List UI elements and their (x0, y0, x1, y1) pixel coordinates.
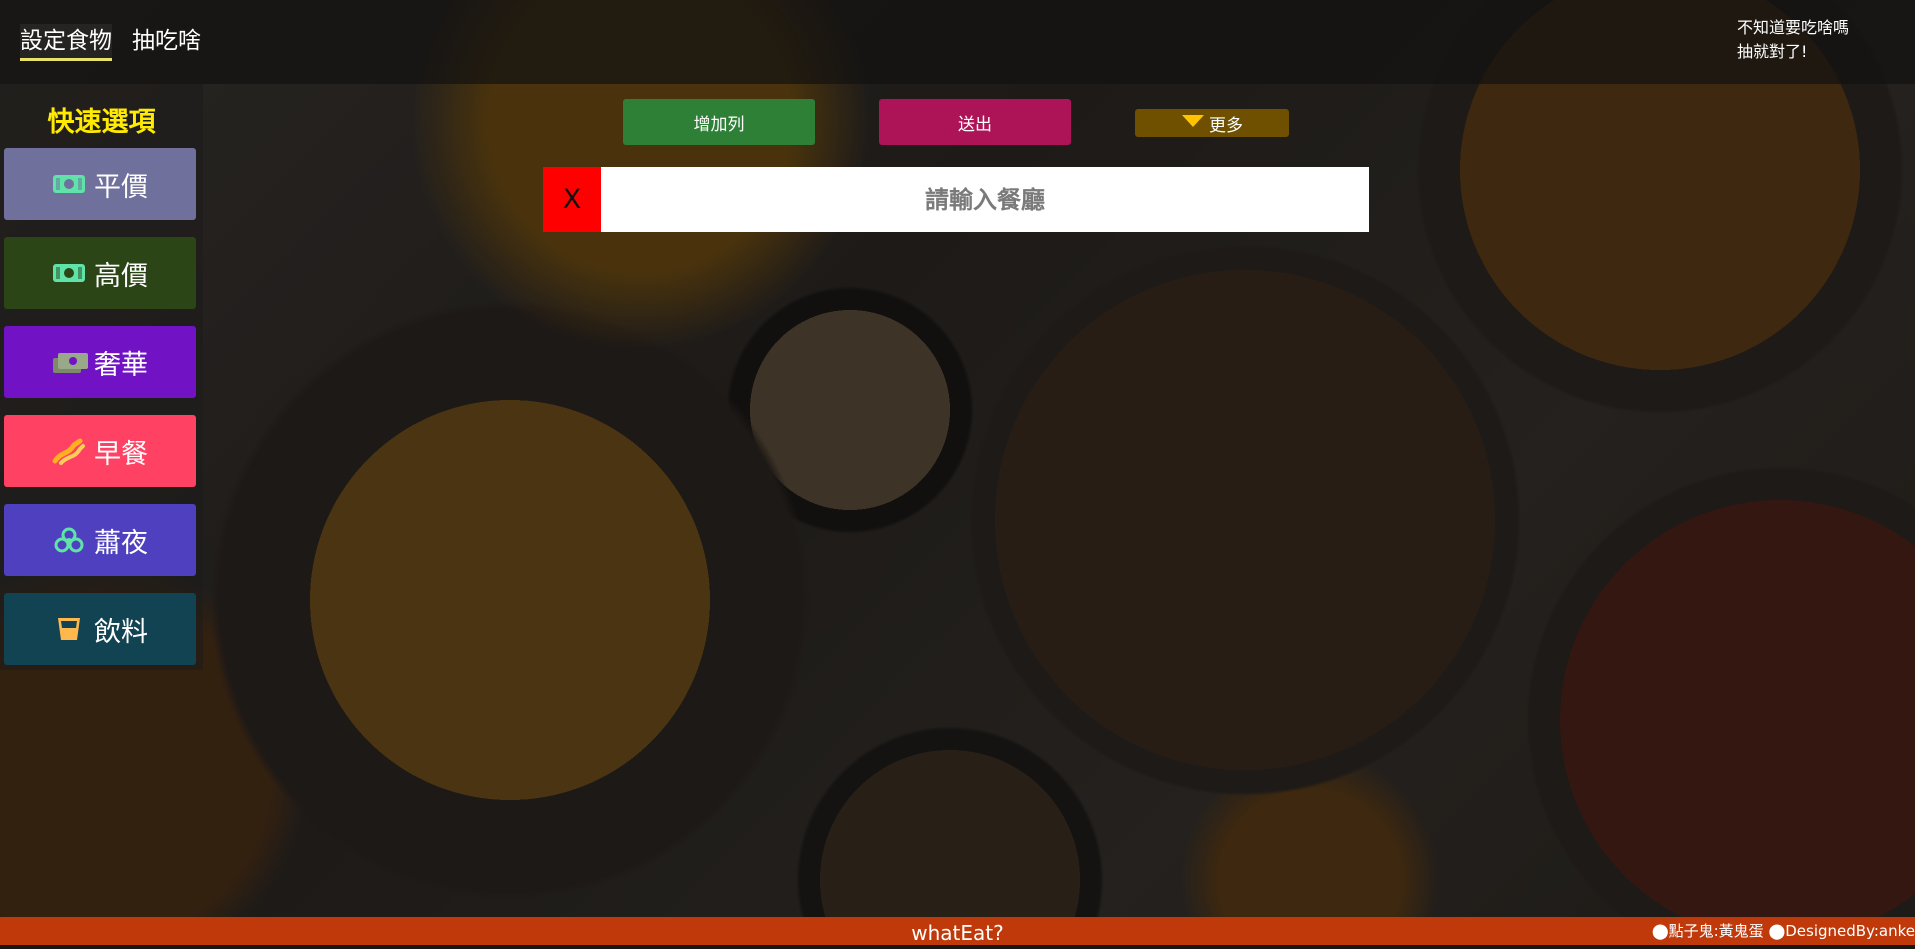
slogan-line-2: 抽就對了! (1737, 42, 1808, 61)
quick-option-label: 平價 (94, 171, 148, 203)
quick-option-expensive[interactable]: 高價 (4, 237, 196, 309)
money-bill-icon (52, 170, 86, 198)
caret-down-icon (1181, 113, 1205, 133)
submit-button[interactable]: 送出 (879, 99, 1071, 145)
quick-option-cheap[interactable]: 平價 (4, 148, 196, 220)
top-nav-bar: 設定食物 抽吃啥 不知道要吃啥嗎 抽就對了! (0, 0, 1915, 84)
slogan: 不知道要吃啥嗎 抽就對了! (1737, 16, 1867, 64)
more-button-label: 更多 (1209, 115, 1243, 136)
bacon-icon (52, 437, 86, 465)
tab-draw-food[interactable]: 抽吃啥 (132, 24, 201, 58)
quick-options-title: 快速選項 (47, 107, 156, 138)
restaurant-input[interactable] (601, 167, 1369, 232)
more-button[interactable]: 更多 (1135, 109, 1289, 137)
quick-option-label: 飲料 (94, 616, 148, 648)
quick-option-label: 高價 (94, 260, 148, 292)
add-row-button[interactable]: 增加列 (623, 99, 815, 145)
cup-icon (52, 615, 86, 643)
footer-title: whatEat? (911, 921, 1004, 945)
quick-option-late-night[interactable]: 蕭夜 (4, 504, 196, 576)
quick-option-label: 蕭夜 (94, 527, 148, 559)
slogan-line-1: 不知道要吃啥嗎 (1737, 18, 1850, 37)
quick-options-sidebar: 快速選項 平價 高價 奢華 早餐 蕭夜 飲料 (0, 84, 203, 670)
footer: whatEat? ⬤點子鬼:黃鬼蛋 ⬤DesignedBy:anke (0, 917, 1915, 945)
quick-option-label: 早餐 (94, 438, 148, 470)
quick-option-luxury[interactable]: 奢華 (4, 326, 196, 398)
delete-row-button[interactable]: X (543, 167, 601, 232)
quick-option-breakfast[interactable]: 早餐 (4, 415, 196, 487)
quick-option-drinks[interactable]: 飲料 (4, 593, 196, 665)
money-bills-icon (52, 348, 88, 376)
biohazard-icon (52, 526, 86, 554)
quick-option-label: 奢華 (94, 349, 148, 381)
tab-set-food[interactable]: 設定食物 (20, 24, 112, 61)
footer-credits: ⬤點子鬼:黃鬼蛋 ⬤DesignedBy:anke (1651, 922, 1915, 940)
money-bill-icon (52, 259, 86, 287)
restaurant-row: X (543, 167, 1369, 232)
